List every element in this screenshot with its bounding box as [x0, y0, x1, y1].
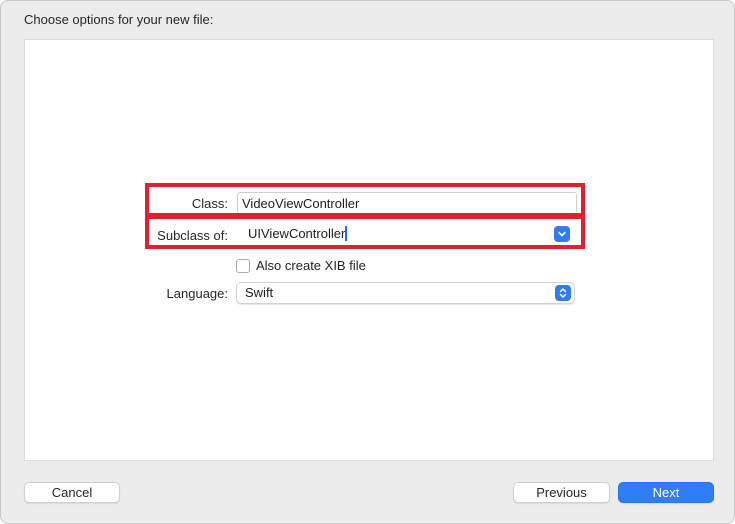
dialog-title: Choose options for your new file:	[24, 12, 214, 27]
class-row-highlight	[145, 183, 585, 217]
subclass-row-highlight	[145, 215, 585, 249]
options-panel	[24, 39, 714, 461]
next-button[interactable]: Next	[618, 482, 714, 503]
language-label: Language:	[166, 286, 228, 301]
previous-button[interactable]: Previous	[513, 482, 610, 503]
cancel-button[interactable]: Cancel	[24, 482, 120, 503]
create-xib-label[interactable]: Also create XIB file	[256, 258, 366, 273]
language-popup[interactable]: Swift	[236, 282, 575, 304]
create-xib-checkbox[interactable]	[236, 259, 250, 273]
up-down-chevron-icon	[555, 285, 571, 301]
new-file-options-dialog: Choose options for your new file: Class:…	[0, 0, 735, 524]
language-value: Swift	[245, 285, 274, 300]
